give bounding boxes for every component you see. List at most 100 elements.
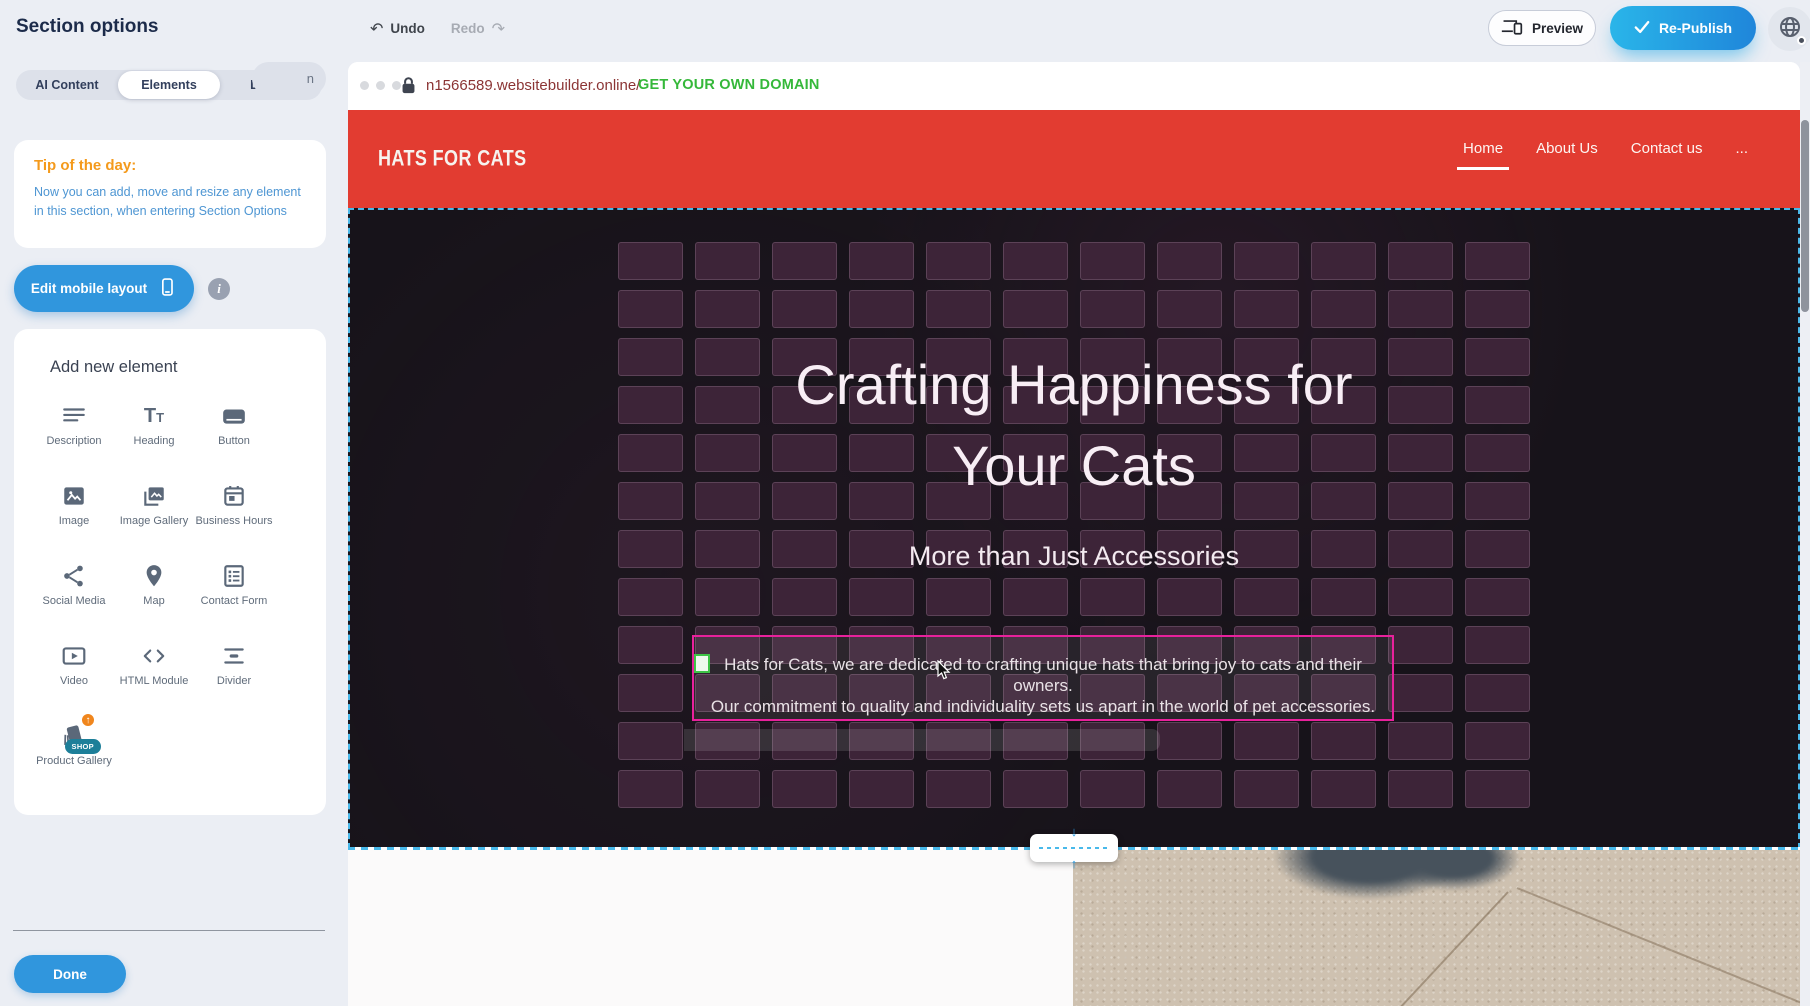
element-label: Product Gallery (36, 755, 112, 768)
hero-tile (1157, 722, 1222, 760)
add-element-map[interactable]: Map (114, 555, 194, 635)
hero-tile (1234, 722, 1299, 760)
hero-tile (772, 242, 837, 280)
image-gallery-icon (139, 481, 169, 511)
element-label: Contact Form (201, 595, 268, 608)
preview-button[interactable]: Preview (1488, 10, 1596, 46)
hero-tile (1234, 578, 1299, 616)
section-options-panel: Section options AI ContentElementsDesign… (0, 0, 348, 1006)
element-palette: Description TTHeading Button Image Image Gal… (34, 395, 278, 795)
site-header[interactable]: HATS FOR CATS Home About Us Contact us... (348, 110, 1800, 208)
sidebar-divider (13, 930, 325, 931)
tip-of-the-day-card: Tip of the day: Now you can add, move an… (14, 140, 326, 248)
republish-button[interactable]: Re-Publish (1610, 6, 1756, 50)
undo-label: Undo (390, 21, 425, 36)
hero-tile (1465, 626, 1530, 664)
scrollbar-track[interactable] (1800, 62, 1810, 1006)
site-preview-window: n1566589.websitebuilder.online/ GET YOUR… (348, 62, 1800, 1006)
tip-body: Now you can add, move and resize any ele… (34, 183, 306, 222)
hero-tile (695, 242, 760, 280)
hero-tile (1465, 770, 1530, 808)
tile-grout-line (1517, 887, 1800, 1006)
hero-tile (695, 770, 760, 808)
hero-tile (1080, 242, 1145, 280)
floor-image (1073, 849, 1800, 1006)
add-element-heading[interactable]: TTHeading (114, 395, 194, 475)
section-resize-handle[interactable]: ↓ ↑ (1030, 834, 1118, 862)
element-label: Description (46, 435, 101, 448)
element-drag-handle[interactable] (694, 654, 710, 673)
add-element-html-module[interactable]: HTML Module (114, 635, 194, 715)
nav-item-about-us[interactable]: About Us (1536, 140, 1598, 157)
nav-item-home[interactable]: Home (1463, 140, 1503, 157)
hero-tile (1080, 290, 1145, 328)
nav-item-more[interactable]: ... (1735, 140, 1748, 157)
globe-badge-dot (1797, 36, 1806, 45)
nav-item-contact-us[interactable]: Contact us (1631, 140, 1703, 157)
hero-tile (1465, 674, 1530, 712)
add-element-product-gallery[interactable]: ↑SHOPProduct Gallery (34, 715, 114, 795)
add-element-button[interactable]: Button (194, 395, 274, 475)
tab-elements[interactable]: Elements (118, 71, 220, 99)
hero-heading[interactable]: Crafting Happiness forYour Cats (350, 344, 1798, 506)
hero-tile (1311, 722, 1376, 760)
get-domain-link[interactable]: GET YOUR OWN DOMAIN (638, 77, 820, 93)
mouse-cursor (937, 660, 952, 686)
divider-icon (219, 641, 249, 671)
hero-tile (618, 626, 683, 664)
element-label: HTML Module (120, 675, 189, 688)
element-label: Business Hours (195, 515, 272, 528)
done-button[interactable]: Done (14, 955, 126, 993)
hero-subheading[interactable]: More than Just Accessories (350, 541, 1798, 572)
edit-mobile-layout-button[interactable]: Edit mobile layout (14, 265, 194, 312)
hero-tile (1388, 722, 1453, 760)
hero-tile (1388, 578, 1453, 616)
element-label: Image (59, 515, 90, 528)
lock-icon (400, 76, 417, 100)
description-icon (59, 401, 89, 431)
tab-ai-content[interactable]: AI Content (16, 71, 118, 99)
hover-highlight-band (684, 729, 1160, 751)
browser-dots-icon (360, 81, 401, 90)
selected-text-element[interactable]: Hats for Cats, we are dedicated to craft… (692, 635, 1394, 721)
hero-tile (926, 770, 991, 808)
next-section[interactable] (348, 849, 1800, 1006)
add-element-image-gallery[interactable]: Image Gallery (114, 475, 194, 555)
site-canvas: HATS FOR CATS HomeAbout UsContact us... … (348, 110, 1800, 1006)
redo-button[interactable]: Redo ↷ (451, 19, 505, 38)
element-label: Button (218, 435, 250, 448)
hero-tile (618, 722, 683, 760)
hero-tile (772, 290, 837, 328)
hero-tile (618, 242, 683, 280)
site-logo[interactable]: HATS FOR CATS (378, 145, 527, 171)
undo-button[interactable]: ↶ Undo (370, 19, 425, 38)
add-element-image[interactable]: Image (34, 475, 114, 555)
edit-mobile-label: Edit mobile layout (31, 281, 147, 296)
image-icon (59, 481, 89, 511)
hero-tile (1388, 674, 1453, 712)
hero-tile (1388, 290, 1453, 328)
hero-tile (1311, 290, 1376, 328)
hero-tile (1465, 722, 1530, 760)
language-globe-button[interactable] (1768, 7, 1810, 51)
element-label: Image Gallery (120, 515, 188, 528)
add-element-contact-form[interactable]: Contact Form (194, 555, 274, 635)
hero-tile (1465, 290, 1530, 328)
hero-tile (926, 578, 991, 616)
hero-tile (926, 242, 991, 280)
hero-section-selected[interactable]: Crafting Happiness forYour Cats More tha… (348, 208, 1800, 849)
hero-tile (1388, 770, 1453, 808)
info-icon[interactable]: i (208, 278, 230, 300)
add-element-social-media[interactable]: Social Media (34, 555, 114, 635)
hero-tile (849, 290, 914, 328)
element-label: Heading (134, 435, 175, 448)
scrollbar-thumb[interactable] (1801, 120, 1809, 312)
add-element-business-hours[interactable]: Business Hours (194, 475, 274, 555)
add-element-video[interactable]: Video (34, 635, 114, 715)
site-url[interactable]: n1566589.websitebuilder.online/ (426, 77, 640, 94)
add-element-divider[interactable]: Divider (194, 635, 274, 715)
hero-tile (1234, 242, 1299, 280)
hero-tile (1157, 578, 1222, 616)
add-element-description[interactable]: Description (34, 395, 114, 475)
hero-tile (1234, 290, 1299, 328)
